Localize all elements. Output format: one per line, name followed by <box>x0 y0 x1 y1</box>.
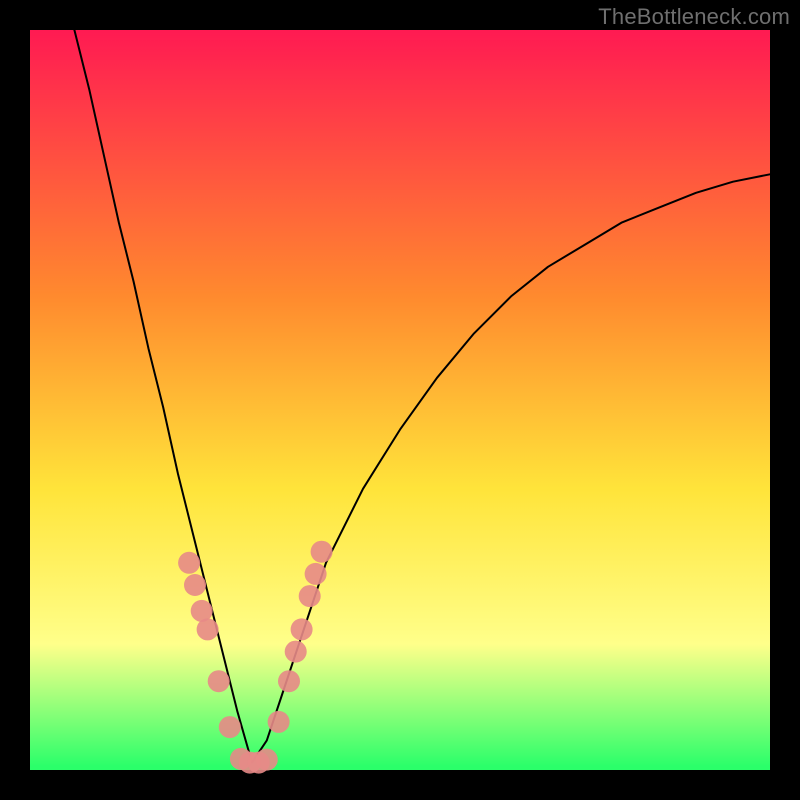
curve-marker <box>219 716 241 738</box>
curve-marker <box>256 749 278 771</box>
curve-marker <box>184 574 206 596</box>
curve-marker <box>268 711 290 733</box>
curve-marker <box>178 552 200 574</box>
curve-marker <box>311 541 333 563</box>
chart-frame: TheBottleneck.com <box>0 0 800 800</box>
chart-svg <box>0 0 800 800</box>
curve-marker <box>305 563 327 585</box>
curve-marker <box>278 670 300 692</box>
gradient-panel <box>30 30 770 770</box>
curve-marker <box>291 618 313 640</box>
curve-marker <box>197 618 219 640</box>
curve-marker <box>299 585 321 607</box>
curve-marker <box>208 670 230 692</box>
curve-marker <box>285 641 307 663</box>
